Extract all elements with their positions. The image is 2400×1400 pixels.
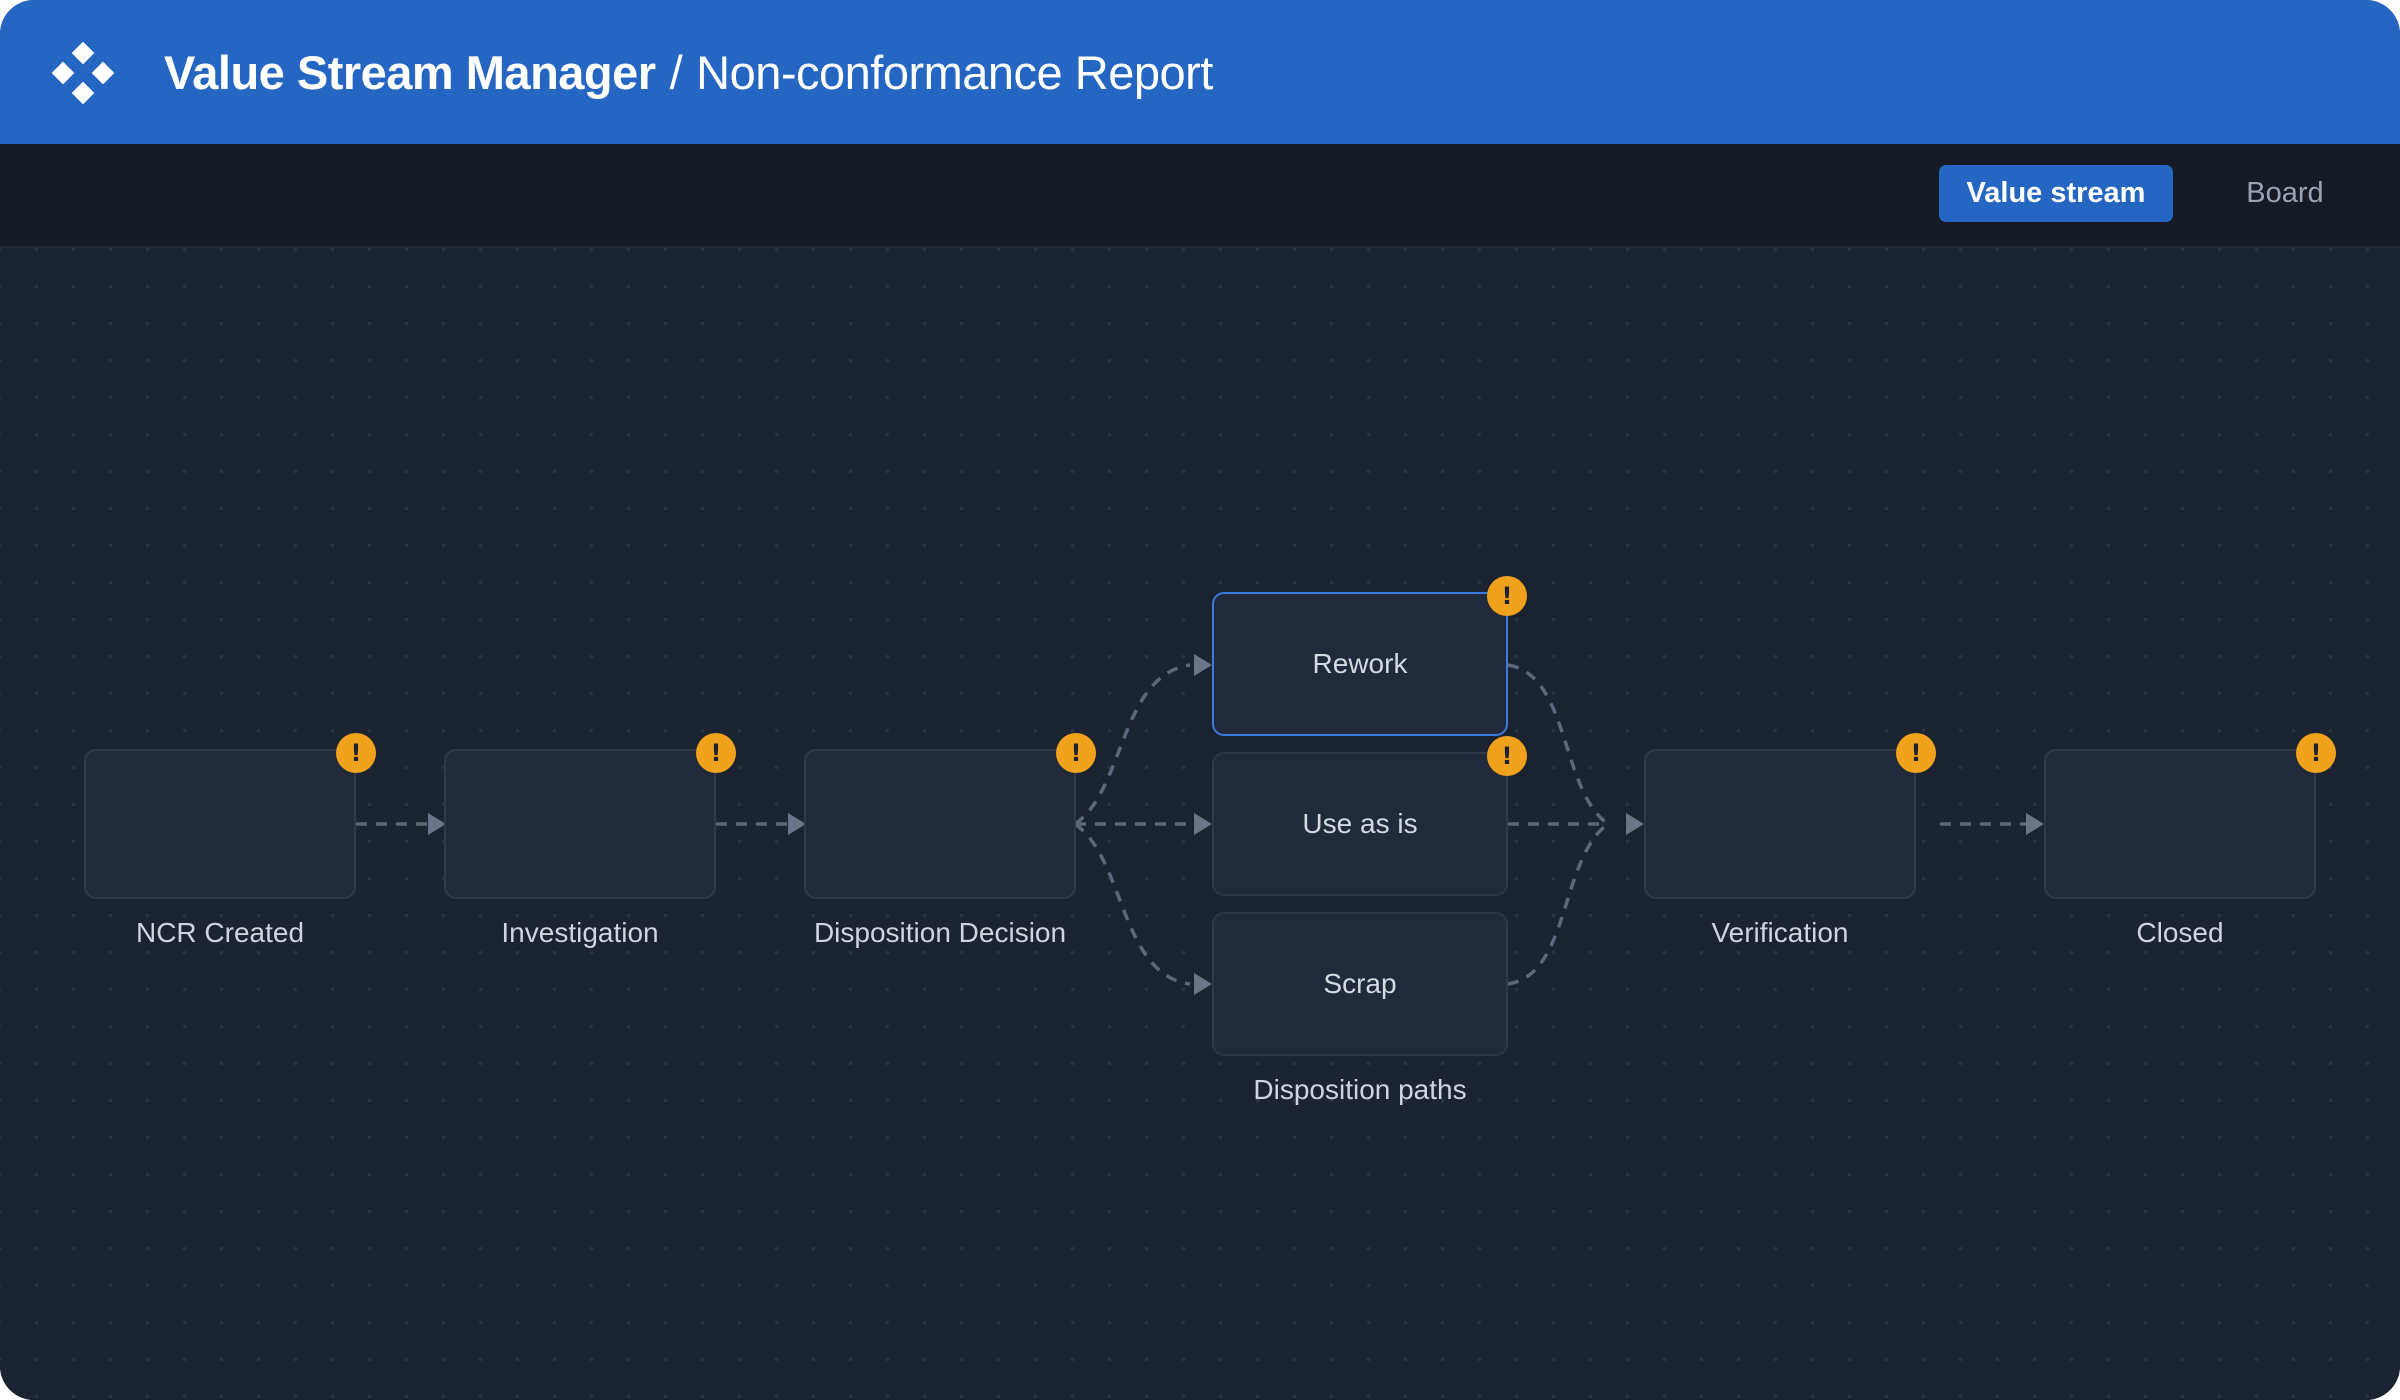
path-scrap[interactable]: Scrap (1212, 912, 1508, 1056)
warning-badge-icon[interactable]: ! (1056, 733, 1096, 773)
arrowhead-icon (2026, 813, 2044, 835)
stage-label: Verification (1711, 917, 1849, 948)
stage-closed[interactable] (2044, 749, 2316, 899)
app-window: Value Stream Manager / Non-conformance R… (0, 0, 2400, 1400)
warning-badge-icon[interactable]: ! (1487, 736, 1527, 776)
arrowhead-icon (1194, 813, 1212, 835)
warning-badge-icon[interactable]: ! (336, 733, 376, 773)
warning-badge-icon[interactable]: ! (1487, 576, 1527, 616)
stage-label: Investigation (501, 917, 659, 948)
stage-ncr-created[interactable] (84, 749, 356, 899)
stage-disposition-decision[interactable] (804, 749, 1076, 899)
stage-investigation[interactable] (444, 749, 716, 899)
edge-scrap-to-verification (1507, 822, 1610, 986)
stage-label: NCR Created (135, 917, 305, 948)
arrowhead-icon (1194, 654, 1212, 676)
warning-badge-icon[interactable]: ! (1896, 733, 1936, 773)
stage-label: Closed (2136, 917, 2224, 948)
stage-verification[interactable] (1644, 749, 1916, 899)
warning-badge-icon[interactable]: ! (696, 733, 736, 773)
arrowhead-icon (1194, 973, 1212, 995)
stage-label: Disposition Decision (813, 917, 1067, 948)
flow-edges (356, 654, 2044, 995)
path-use-as-is[interactable]: Use as is (1212, 752, 1508, 896)
path-rework[interactable]: Rework (1212, 592, 1508, 736)
warning-badge-icon[interactable]: ! (2296, 733, 2336, 773)
disposition-group-label: Disposition paths (1253, 1074, 1467, 1105)
arrowhead-icon (1626, 813, 1644, 835)
edge-disposition-to-scrap (1074, 822, 1191, 986)
